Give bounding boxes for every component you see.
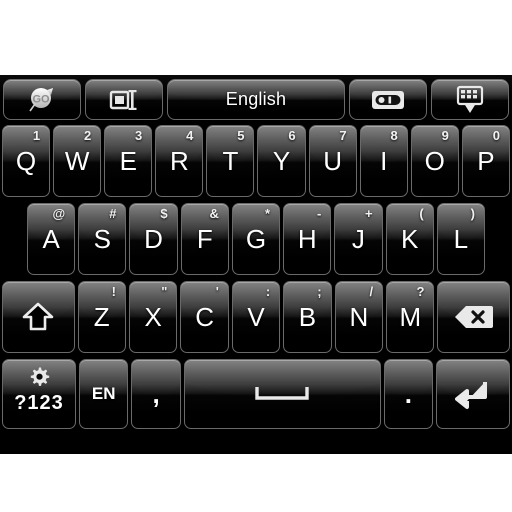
key-s[interactable]: # S — [78, 203, 127, 275]
key-x[interactable]: " X — [128, 281, 178, 353]
key-main-label: T — [222, 145, 239, 176]
key-r[interactable]: 4R — [155, 125, 204, 197]
key-h[interactable]: -H — [283, 203, 332, 275]
keyboard-row-3: ! Z " X ' C: V; B / N? M — [0, 279, 512, 357]
key-f[interactable]: & F — [180, 203, 229, 275]
space-bar-icon — [185, 360, 380, 428]
key-j[interactable]: + J — [334, 203, 383, 275]
backspace-icon — [438, 282, 509, 352]
keyboard-row-2: @ A # S $ D & F * G - H + J(K) L — [0, 201, 512, 279]
go-logo-icon: GO — [4, 80, 80, 119]
key-main-label: S — [93, 223, 111, 254]
key-p[interactable]: 0P — [461, 125, 510, 197]
key-main-label: Q — [15, 145, 37, 176]
layout-resize-icon — [86, 80, 162, 119]
key-w[interactable]: 2W — [53, 125, 102, 197]
key-main-label: Y — [272, 145, 291, 176]
key-main-label: D — [144, 223, 163, 254]
key-i[interactable]: 8I — [359, 125, 408, 197]
key-main-label: W — [64, 145, 90, 176]
period-key[interactable]: . — [383, 359, 433, 429]
symbols-key[interactable]: ?123 — [2, 359, 76, 429]
on-screen-keyboard: GO English 1 Q 2 W 3 E 4 R 5 T 6 Y 7 U 8… — [0, 75, 512, 454]
shift-arrow-icon — [3, 282, 74, 352]
key-main-label: N — [349, 301, 369, 332]
key-main-label: F — [196, 223, 213, 254]
key-y[interactable]: 6Y — [257, 125, 306, 197]
key-main-label: H — [297, 223, 317, 254]
key-l[interactable]: ) L — [436, 203, 485, 275]
key-main-label: M — [399, 301, 422, 332]
key-z[interactable]: ! Z — [77, 281, 126, 353]
backspace-key[interactable] — [437, 281, 511, 353]
keyboard-row-1: 1Q2W3E4R5T6Y7U8I9O0P — [0, 123, 512, 201]
space-key[interactable] — [183, 359, 381, 429]
enter-key[interactable] — [436, 359, 510, 429]
shift-key[interactable] — [2, 281, 75, 353]
language-label: English — [225, 89, 287, 109]
key-b[interactable]: ; B — [283, 281, 332, 353]
voice-capsule-icon — [350, 80, 426, 119]
key-m[interactable]: ? M — [386, 281, 435, 353]
symbols-key-label: ?123 — [14, 392, 64, 414]
key-main-label: L — [453, 223, 469, 254]
gear-icon — [3, 366, 75, 388]
key-d[interactable]: $ D — [129, 203, 178, 275]
key-main-label: Z — [93, 301, 110, 332]
comma-key[interactable]: , — [131, 359, 181, 429]
key-main-label: B — [298, 301, 317, 332]
hide-keyboard-key[interactable] — [431, 79, 509, 120]
layout-switch-key[interactable] — [85, 79, 163, 120]
key-main-label: R — [169, 145, 189, 176]
comma-key-label: , — [152, 378, 160, 409]
key-main-label: J — [351, 223, 365, 254]
go-logo-key[interactable]: GO — [3, 79, 81, 120]
key-a[interactable]: @ A — [27, 203, 76, 275]
key-c[interactable]: ' C — [180, 281, 229, 353]
key-main-label: C — [195, 301, 214, 332]
key-main-label: X — [144, 301, 162, 332]
key-k[interactable]: (K — [385, 203, 434, 275]
voice-input-key[interactable] — [349, 79, 427, 120]
key-n[interactable]: / N — [334, 281, 384, 353]
key-t[interactable]: 5T — [206, 125, 255, 197]
svg-text:GO: GO — [32, 93, 50, 105]
period-key-label: . — [404, 378, 412, 409]
language-key[interactable]: English — [167, 79, 345, 120]
key-main-label: I — [380, 145, 388, 176]
keyboard-row-4: ?123 EN , . — [0, 357, 512, 433]
keyboard-hide-icon — [432, 80, 508, 119]
key-main-label: P — [477, 145, 495, 176]
screen: GO English 1 Q 2 W 3 E 4 R 5 T 6 Y 7 U 8… — [0, 0, 512, 512]
key-o[interactable]: 9O — [410, 125, 459, 197]
key-g[interactable]: * G — [231, 203, 281, 275]
language-toggle-key[interactable]: EN — [79, 359, 129, 429]
key-v[interactable]: :V — [231, 281, 281, 353]
key-q[interactable]: 1Q — [2, 125, 51, 197]
key-e[interactable]: 3E — [104, 125, 153, 197]
language-toggle-label: EN — [91, 384, 116, 403]
key-main-label: G — [245, 223, 267, 254]
keyboard-function-bar: GO English — [0, 75, 512, 123]
key-main-label: O — [424, 145, 445, 176]
key-main-label: V — [247, 301, 265, 332]
enter-arrow-icon — [437, 360, 509, 428]
key-main-label: A — [42, 223, 60, 254]
key-main-label: E — [119, 145, 137, 176]
key-u[interactable]: 7U — [308, 125, 357, 197]
key-main-label: U — [323, 145, 342, 176]
key-main-label: K — [400, 223, 419, 254]
